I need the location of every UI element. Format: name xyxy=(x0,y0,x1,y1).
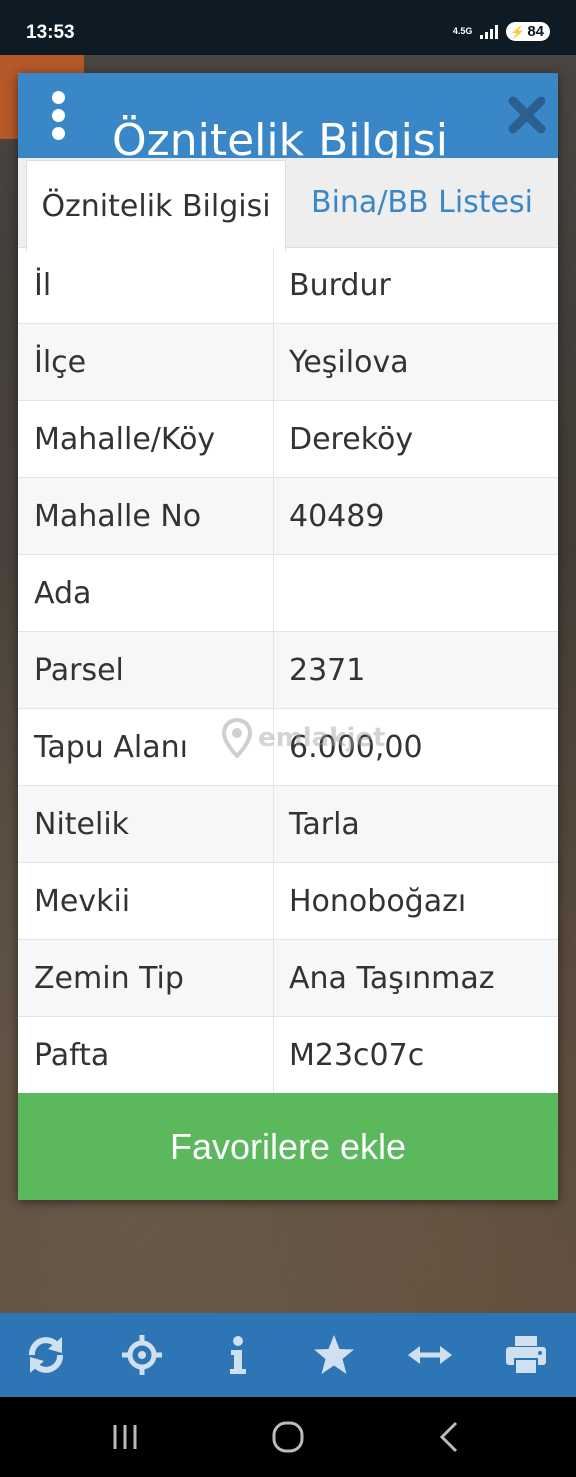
crosshair-icon[interactable] xyxy=(120,1333,164,1377)
row-label: Mahalle/Köy xyxy=(18,401,274,477)
measure-icon[interactable] xyxy=(408,1333,452,1377)
back-icon[interactable] xyxy=(434,1419,464,1455)
table-row: Pafta M23c07c xyxy=(18,1017,558,1094)
info-icon[interactable] xyxy=(216,1333,260,1377)
row-label: İlçe xyxy=(18,324,274,400)
dialog-header: Öznitelik Bilgisi xyxy=(18,73,558,158)
battery-saver-icon: ⚡ xyxy=(510,24,526,39)
close-icon[interactable] xyxy=(505,93,549,137)
row-value: 40489 xyxy=(289,498,385,534)
table-row: Mahalle No 40489 xyxy=(18,478,558,555)
row-value: Tarla xyxy=(289,806,360,842)
tab-bar: Öznitelik Bilgisi Bina/BB Listesi xyxy=(18,158,558,251)
table-row: Parsel 2371 xyxy=(18,632,558,709)
row-label: Pafta xyxy=(18,1017,274,1093)
row-label: Zemin Tip xyxy=(18,940,274,1016)
dialog-title: Öznitelik Bilgisi xyxy=(112,115,449,158)
print-icon[interactable] xyxy=(504,1333,548,1377)
bottom-toolbar xyxy=(0,1313,576,1397)
table-row: İl Burdur xyxy=(18,247,558,324)
status-bar: 13:53 4.5G ⚡ 84 xyxy=(0,0,576,55)
row-value: Ana Taşınmaz xyxy=(289,960,495,996)
recent-apps-icon[interactable] xyxy=(110,1419,140,1455)
battery-indicator: ⚡ 84 xyxy=(506,22,550,41)
table-row: Tapu Alanı 6.000,00 xyxy=(18,709,558,786)
table-row: Mahalle/Köy Dereköy xyxy=(18,401,558,478)
row-label: Mahalle No xyxy=(18,478,274,554)
system-nav-bar xyxy=(0,1397,576,1477)
refresh-icon[interactable] xyxy=(24,1333,68,1377)
row-label: İl xyxy=(18,247,274,323)
row-label: Nitelik xyxy=(18,786,274,862)
home-icon[interactable] xyxy=(270,1419,306,1455)
status-time: 13:53 xyxy=(26,22,75,43)
row-label: Mevkii xyxy=(18,863,274,939)
more-menu-icon[interactable] xyxy=(50,91,66,141)
map-parcel-line xyxy=(0,464,20,536)
row-value xyxy=(274,555,558,631)
signal-icon xyxy=(480,24,499,39)
row-value: 6.000,00 xyxy=(289,729,423,765)
row-label: Tapu Alanı xyxy=(18,709,274,785)
table-row: Mevkii Honoboğazı xyxy=(18,863,558,940)
attribute-dialog: Öznitelik Bilgisi Öznitelik Bilgisi Bina… xyxy=(18,73,558,1200)
star-icon[interactable] xyxy=(312,1333,356,1377)
table-row: Zemin Tip Ana Taşınmaz xyxy=(18,940,558,1017)
table-row: Nitelik Tarla xyxy=(18,786,558,863)
table-row: İlçe Yeşilova xyxy=(18,324,558,401)
battery-level: 84 xyxy=(527,23,544,40)
row-label: Parsel xyxy=(18,632,274,708)
row-label: Ada xyxy=(18,555,274,631)
row-value: 2371 xyxy=(289,652,366,688)
row-value: Dereköy xyxy=(289,421,414,457)
row-value: Burdur xyxy=(289,267,391,303)
network-type: 4.5G xyxy=(452,26,473,36)
attribute-table: İl Burdur İlçe Yeşilova Mahalle/Köy Dere… xyxy=(18,247,558,1094)
row-value: M23c07c xyxy=(289,1037,425,1073)
row-value: Yeşilova xyxy=(289,344,409,380)
row-value: Honoboğazı xyxy=(289,883,467,919)
add-to-favorites-button[interactable]: Favorilere ekle xyxy=(18,1093,558,1200)
table-row: Ada xyxy=(18,555,558,632)
tab-building-list[interactable]: Bina/BB Listesi xyxy=(286,158,558,247)
status-indicators: 4.5G ⚡ 84 xyxy=(453,22,550,41)
tab-attribute-info[interactable]: Öznitelik Bilgisi xyxy=(26,160,286,251)
